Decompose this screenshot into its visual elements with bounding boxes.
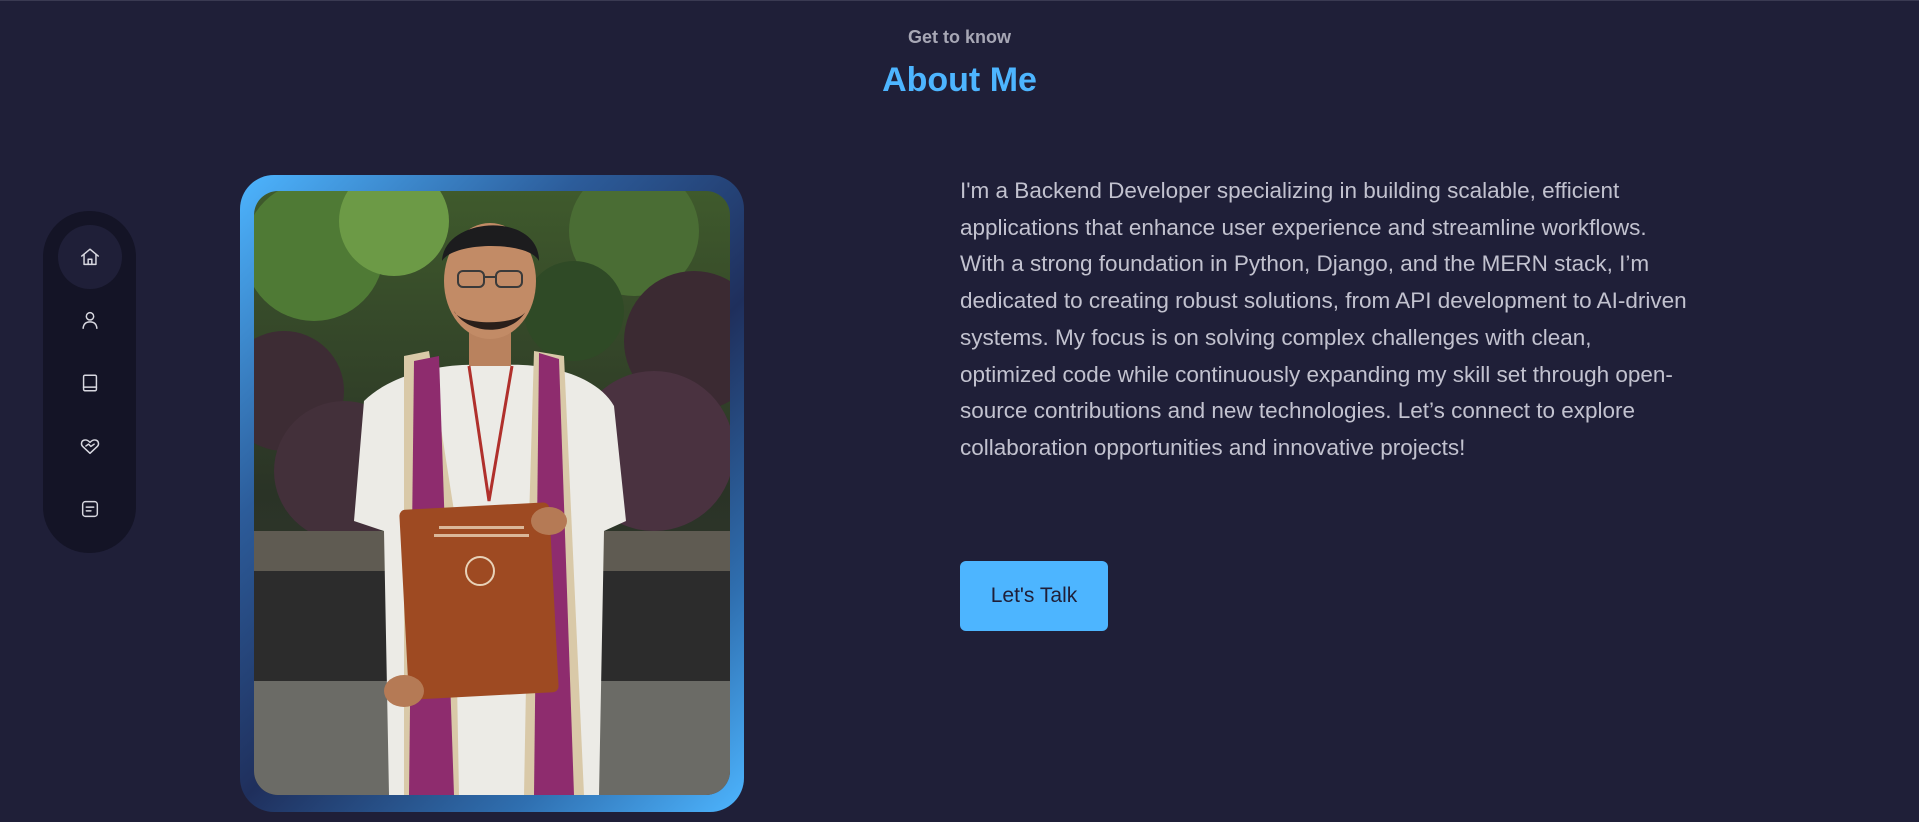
bio-text: I'm a Backend Developer specializing in … <box>960 178 1687 460</box>
section-eyebrow: Get to know <box>908 27 1011 47</box>
nav-item-experience[interactable] <box>58 351 122 415</box>
nav-item-about[interactable] <box>58 288 122 352</box>
nav-item-contact[interactable] <box>58 477 122 541</box>
portrait-image <box>254 191 730 795</box>
lets-talk-button[interactable]: Let's Talk <box>960 561 1108 631</box>
message-icon <box>81 500 98 518</box>
side-nav <box>43 211 136 553</box>
portrait-frame <box>240 175 744 812</box>
nav-item-home[interactable] <box>57 225 122 289</box>
section-title: About Me <box>882 61 1037 99</box>
home-icon <box>80 248 99 266</box>
user-icon <box>81 311 98 329</box>
heart-handshake-icon <box>80 439 99 455</box>
about-section: Get to know About Me I'm a Backend Devel… <box>0 0 1919 822</box>
nav-item-services[interactable] <box>58 414 122 478</box>
book-icon <box>82 374 97 392</box>
